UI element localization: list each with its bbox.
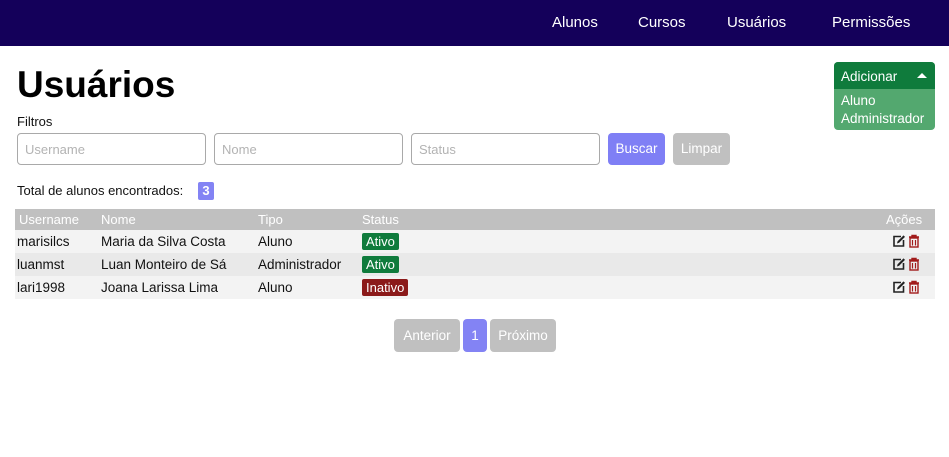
filters-label: Filtros — [17, 114, 53, 129]
cell-name: Luan Monteiro de Sá — [101, 257, 227, 272]
header-type: Tipo — [258, 212, 283, 227]
add-dropdown-label: Adicionar — [841, 69, 898, 84]
nav-link-cursos[interactable]: Cursos — [638, 0, 686, 46]
add-option-administrador[interactable]: Administrador — [841, 110, 924, 128]
total-count-badge: 3 — [198, 182, 214, 200]
clear-button[interactable]: Limpar — [673, 133, 730, 165]
pagination-next-button[interactable]: Próximo — [490, 319, 556, 352]
name-filter-input[interactable] — [214, 133, 403, 165]
pagination-page-1[interactable]: 1 — [463, 319, 487, 352]
status-filter-input[interactable] — [411, 133, 600, 165]
edit-icon[interactable] — [892, 280, 906, 294]
status-badge: Inativo — [362, 279, 409, 296]
header-username: Username — [19, 212, 79, 227]
header-actions: Ações — [886, 212, 923, 227]
status-badge: Ativo — [362, 233, 399, 250]
cell-name: Maria da Silva Costa — [101, 234, 226, 249]
users-table-header: Username Nome Tipo Status Ações — [15, 209, 935, 230]
nav-link-permissoes[interactable]: Permissões — [832, 0, 910, 46]
table-row: marisilcs Maria da Silva Costa Aluno Ati… — [15, 230, 935, 253]
status-badge: Ativo — [362, 256, 399, 273]
table-row: luanmst Luan Monteiro de Sá Administrado… — [15, 253, 935, 276]
trash-icon[interactable] — [907, 280, 921, 294]
add-option-aluno[interactable]: Aluno — [841, 92, 876, 110]
table-row: lari1998 Joana Larissa Lima Aluno Inativ… — [15, 276, 935, 299]
trash-icon[interactable] — [907, 257, 921, 271]
trash-icon[interactable] — [907, 234, 921, 248]
header-status: Status — [362, 212, 399, 227]
cell-username: lari1998 — [17, 280, 66, 295]
add-dropdown-toggle[interactable]: Adicionar — [834, 62, 935, 89]
edit-icon[interactable] — [892, 257, 906, 271]
search-button[interactable]: Buscar — [608, 133, 665, 165]
username-filter-input[interactable] — [17, 133, 206, 165]
cell-username: luanmst — [17, 257, 65, 272]
caret-up-icon — [917, 73, 927, 78]
total-found-label: Total de alunos encontrados: — [17, 183, 184, 198]
edit-icon[interactable] — [892, 234, 906, 248]
cell-type: Administrador — [258, 257, 342, 272]
cell-name: Joana Larissa Lima — [101, 280, 219, 295]
nav-link-usuarios[interactable]: Usuários — [727, 0, 786, 46]
cell-username: marisilcs — [17, 234, 70, 249]
add-dropdown: Adicionar Aluno Administrador — [834, 62, 935, 130]
page-title: Usuários — [17, 64, 176, 105]
nav-link-alunos[interactable]: Alunos — [552, 0, 598, 46]
cell-type: Aluno — [258, 234, 293, 249]
top-navbar: Alunos Cursos Usuários Permissões — [0, 0, 949, 46]
header-name: Nome — [101, 212, 136, 227]
pagination-previous-button[interactable]: Anterior — [394, 319, 460, 352]
cell-type: Aluno — [258, 280, 293, 295]
